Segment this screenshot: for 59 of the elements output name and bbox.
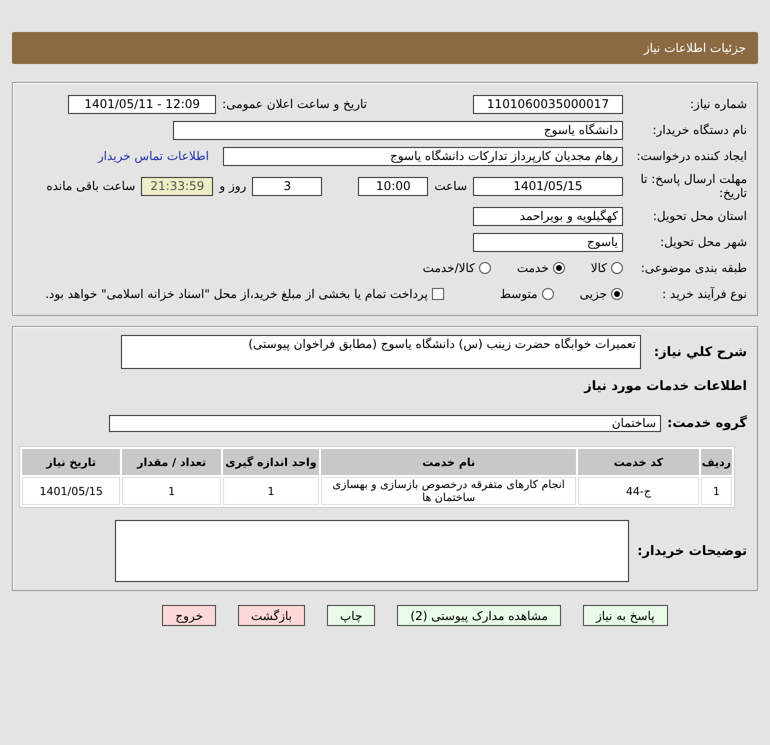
radio-button[interactable] [552, 262, 565, 274]
section-heading: اطلاعات خدمات مورد نیاز [582, 379, 747, 394]
description-field: تعمیرات خوابگاه حضرت زینب (س) دانشگاه یاسوج (مطابق فراخوان پیوستی) [121, 335, 641, 369]
radio-button[interactable] [478, 262, 491, 274]
action-button[interactable]: بازگشت [238, 605, 305, 626]
table-cell: انجام کارهای متفرقه درخصوص بازسازی و بهسازی ساختمان ها [321, 477, 576, 505]
field-label: استان محل تحویل: [652, 209, 748, 223]
option-label: خدمت [516, 261, 549, 275]
requester-field: رهام مجدیان کارپرداز تدارکات دانشگاه یاسوج [223, 146, 623, 166]
page-title-bar: جزئیات اطلاعات نیاز [12, 32, 758, 64]
option-label: متوسط [500, 287, 538, 301]
field-label: تاریخ و ساعت اعلان عمومی: [222, 97, 367, 111]
field-label: شماره نیاز: [689, 97, 748, 111]
field-label: توضیحات خریدار: [636, 544, 748, 558]
checkbox-label: پرداخت تمام یا بخشی از مبلغ خرید،از محل "اسناد خزانه اسلامی" خواهد بود. [45, 287, 428, 301]
buyer-name-field: دانشگاه یاسوج [173, 120, 623, 140]
city-field: یاسوج [473, 232, 623, 252]
column-header: کد خدمت [578, 449, 699, 475]
column-header: ردیف [700, 449, 732, 475]
service-group-field: ساختمان [109, 414, 661, 432]
action-button[interactable]: خروج [162, 605, 216, 626]
remaining-time-field: 21:33:59 [141, 176, 214, 196]
column-header: واحد اندازه گیری [222, 449, 320, 475]
action-button[interactable]: مشاهده مدارک پیوستی (2) [397, 605, 561, 626]
column-header: تعداد / مقدار [122, 449, 221, 475]
field-label: ساعت [434, 179, 467, 193]
column-header: نام خدمت [321, 449, 576, 475]
field-label: شرح کلي نياز: [652, 345, 748, 360]
province-field: کهگیلویه و بویراحمد [473, 206, 623, 226]
radio-button[interactable] [542, 288, 554, 300]
announce-date-field: 1401/05/11 - 12:09 [68, 94, 216, 114]
action-button[interactable]: چاپ [327, 605, 376, 626]
field-label: ساعت باقی مانده [46, 179, 136, 193]
option-label: کالا [590, 261, 607, 275]
option-label: کالا/خدمت [422, 261, 475, 275]
table-cell: 1401/05/15 [22, 477, 120, 505]
field-label: شهر محل تحویل: [659, 235, 748, 249]
field-label: ایجاد کننده درخواست: [635, 149, 748, 163]
field-label: نام دستگاه خریدار: [652, 123, 748, 137]
deadline-date-field: 1401/05/15 [473, 176, 623, 196]
days-field: 3 [252, 176, 322, 196]
field-label: طبقه بندی موضوعی: [640, 261, 748, 275]
radio-button[interactable] [611, 262, 623, 274]
table-cell: ج-44 [578, 477, 699, 505]
table-cell: 1 [222, 477, 320, 505]
need-number-field: 1101060035000017 [473, 94, 623, 114]
field-label: گروه خدمت: [667, 416, 748, 430]
deadline-time-field: 10:00 [358, 176, 428, 196]
field-label: مهلت ارسال پاسخ: تا تاریخ: [639, 172, 748, 200]
field-label: روز و [219, 179, 246, 193]
table-cell: 1 [122, 477, 221, 505]
action-button[interactable]: پاسخ به نیاز [582, 605, 668, 626]
field-label: نوع فرآیند خرید : [661, 287, 748, 301]
radio-button[interactable] [611, 288, 623, 300]
table-cell: 1 [700, 477, 732, 505]
contact-info-link[interactable]: اطلاعات تماس خریدار [98, 149, 209, 163]
column-header: تاریخ نیاز [22, 449, 120, 475]
option-label: جزیی [580, 287, 607, 301]
checkbox[interactable] [432, 288, 444, 300]
